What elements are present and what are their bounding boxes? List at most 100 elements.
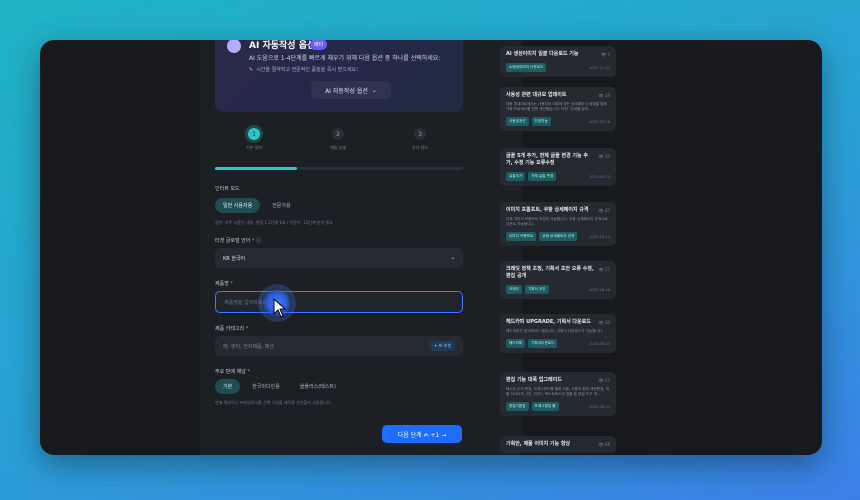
product-name-label: 제품명 * bbox=[215, 280, 233, 287]
step-label: 제품 상세 bbox=[330, 145, 346, 150]
tag: 기획서 초안 bbox=[524, 285, 549, 294]
language-value: KR 한국어 bbox=[223, 255, 246, 262]
channel-toggle: 기본 한국이다인용 올플러스(테스트) bbox=[215, 379, 344, 394]
card-description: 헤드카피가 업그레이드 됐습니다. 기획서 다운로드가 가능합니다. bbox=[506, 329, 604, 333]
required-mark: * bbox=[245, 326, 249, 332]
channel-label-text: 주요 판매 채널 bbox=[215, 369, 246, 375]
tag: 인공지능 bbox=[531, 117, 551, 126]
tag: 크레딧 bbox=[506, 285, 522, 294]
mode-option-expert[interactable]: 전문가용 bbox=[264, 198, 298, 213]
card-tags: AI생성이미지 다운로드 2025-11-03 bbox=[506, 63, 610, 72]
language-label: 타겟 글로벌 언어 * ⓘ bbox=[215, 237, 261, 244]
channel-option-basic[interactable]: 기본 bbox=[215, 379, 241, 394]
category-label-text: 제품 카테고리 bbox=[215, 326, 245, 332]
card-tags: 크레딧 기획서 초안 2025-08-16 bbox=[506, 285, 610, 294]
view-count: 👁 47 bbox=[598, 208, 610, 213]
hero-hint-text: 시간을 절약하고 전문적인 품질을 즉시 받으세요! bbox=[256, 67, 359, 73]
card-description: 텍스트 순서 변경, 드래그앤드롭 블록 이동, 사용자 원하 색상변경, 개별… bbox=[506, 387, 609, 396]
view-count-number: 27 bbox=[604, 267, 610, 272]
step-1[interactable]: 1 기본 정보 bbox=[229, 128, 279, 151]
language-select[interactable]: KR 한국어 ⌄ bbox=[215, 248, 463, 268]
channel-option-korean[interactable]: 한국이다인용 bbox=[244, 379, 288, 394]
update-list: AI 생성이미지 일괄 다운로드 기능 👁 7 AI생성이미지 다운로드 202… bbox=[500, 40, 618, 455]
category-placeholder: 예: 뷰티, 전자제품, 패션 bbox=[223, 343, 275, 350]
mode-toggle: 일반 사용자용 전문가용 bbox=[215, 198, 299, 213]
step-indicator: 1 기본 정보 2 제품 상세 3 추가 정보 bbox=[215, 128, 463, 158]
view-count: 👁 32 bbox=[598, 320, 610, 325]
tag: 기획서다운로드 bbox=[528, 339, 558, 348]
card-date: 2025-11-03 bbox=[589, 65, 610, 70]
card-date: 2025-08-03 bbox=[589, 341, 610, 346]
step-number: 2 bbox=[332, 128, 344, 140]
card-title: 이미지 프롬프트, 쿠팡 상세페이지 규격 bbox=[506, 207, 589, 213]
next-step-button[interactable]: 다음 단계 ✍ +1 → bbox=[382, 425, 462, 443]
update-card[interactable]: 사용성 관련 대규모 업데이트 👁 34 대한 업데이트에서는 사용자의 리뷰에… bbox=[500, 87, 616, 131]
card-title: 헤드카피 UPGRADE, 기획서 다운로드 bbox=[506, 319, 591, 325]
card-title: 글꼴 5개 추가, 전체 글꼴 변경 기능 추가, 수정 기능 오류수정 bbox=[506, 153, 588, 166]
tag: 프레그편집 툴 bbox=[531, 402, 559, 411]
card-title: 크레딧 정책 조정, 기획서 초안 오류 수정, 편집 공개 bbox=[506, 266, 594, 279]
view-count: 👁 7 bbox=[601, 52, 610, 57]
channel-hint: 판매 채널이나 프레임워크를 선택 구성할 제작을 추천할지 사용합니다. bbox=[215, 400, 332, 405]
view-count-number: 47 bbox=[604, 208, 610, 213]
view-count-number: 32 bbox=[604, 320, 610, 325]
hero-hint: ✎ 시간을 절약하고 전문적인 품질을 즉시 받으세요! bbox=[249, 66, 358, 73]
view-count-number: 27 bbox=[604, 378, 610, 383]
step-label: 기본 정보 bbox=[246, 145, 262, 150]
card-tags: 이미지 프롬프트 쿠팡 상세페이지 규격 2025-09-10 bbox=[506, 232, 610, 241]
update-card[interactable]: 편집 기능 대폭 업그레이드 👁 27 텍스트 순서 변경, 드래그앤드롭 블록… bbox=[500, 372, 616, 416]
view-count: 👁 66 bbox=[598, 442, 610, 447]
beta-badge: 베타 bbox=[310, 40, 328, 50]
mode-label: 인터뷰 모드 bbox=[215, 186, 240, 192]
view-count: 👁 27 bbox=[598, 378, 610, 383]
category-label: 제품 카테고리 * bbox=[215, 325, 248, 332]
category-input[interactable]: 예: 뷰티, 전자제품, 패션 ✦ AI 추천 bbox=[215, 336, 463, 356]
update-card[interactable]: AI 생성이미지 일괄 다운로드 기능 👁 7 AI생성이미지 다운로드 202… bbox=[500, 46, 616, 77]
ai-recommend-button[interactable]: ✦ AI 추천 bbox=[429, 341, 455, 351]
app-window: AI 자동작성 옵션 베타 AI 도움으로 1-4단계를 빠르게 채우기 위해 … bbox=[40, 40, 822, 455]
update-card[interactable]: 헤드카피 UPGRADE, 기획서 다운로드 👁 32 헤드카피가 업그레이드 … bbox=[500, 314, 616, 353]
language-label-text: 타겟 글로벌 언어 bbox=[215, 238, 251, 244]
update-card[interactable]: 글꼴 5개 추가, 전체 글꼴 변경 기능 추가, 수정 기능 오류수정 👁 3… bbox=[500, 148, 616, 186]
required-mark: * bbox=[251, 238, 255, 244]
card-date: 2025-09-28 bbox=[589, 119, 610, 124]
mouse-pointer-icon bbox=[273, 298, 287, 318]
update-card[interactable]: 크레딧 정책 조정, 기획서 초안 오류 수정, 편집 공개 👁 27 크레딧 … bbox=[500, 261, 616, 299]
tag: 쿠팡 상세페이지 규격 bbox=[539, 232, 578, 241]
card-title: AI 생성이미지 일괄 다운로드 기능 bbox=[506, 51, 579, 57]
progress-bar bbox=[215, 167, 463, 170]
channel-option-test[interactable]: 올플러스(테스트) bbox=[292, 379, 344, 394]
tag: AI생성이미지 다운로드 bbox=[506, 63, 547, 72]
step-2[interactable]: 2 제품 상세 bbox=[313, 128, 363, 151]
step-number: 3 bbox=[414, 128, 426, 140]
update-card[interactable]: 이미지 프롬프트, 쿠팡 상세페이지 규격 👁 47 이제 이미지 프롬프트 작… bbox=[500, 202, 616, 246]
hero-description: AI 도움으로 1-4단계를 빠르게 채우기 위해 다음 옵션 중 하나를 선택… bbox=[249, 55, 441, 62]
card-title: 편집 기능 대폭 업그레이드 bbox=[506, 377, 562, 383]
card-description: 대한 업데이트에서는 사용자의 리뷰에 맞는 상세페이지 생성을 위해 기획 프… bbox=[506, 102, 607, 111]
mode-option-general[interactable]: 일반 사용자용 bbox=[215, 198, 261, 213]
step-number: 1 bbox=[248, 128, 260, 140]
card-date: 2025-09-10 bbox=[589, 234, 610, 239]
view-count-number: 34 bbox=[604, 93, 610, 98]
product-name-input[interactable]: 제품명을 입력하세요 bbox=[215, 291, 463, 313]
required-mark: * bbox=[230, 281, 233, 287]
tag: 전체 글꼴 변경 bbox=[528, 172, 557, 181]
hero-title: AI 자동작성 옵션 bbox=[249, 41, 316, 51]
chevron-down-icon: ⌄ bbox=[450, 255, 455, 261]
card-tags: 글꼴추가 전체 글꼴 변경 2025-09-15 bbox=[506, 172, 610, 181]
view-count: 👁 34 bbox=[598, 93, 610, 98]
ai-robot-icon bbox=[227, 40, 241, 53]
view-count-number: 7 bbox=[607, 52, 610, 57]
step-3[interactable]: 3 추가 정보 bbox=[395, 128, 445, 151]
card-date: 2025-08-01 bbox=[589, 404, 610, 409]
card-title: 사용성 관련 대규모 업데이트 bbox=[506, 92, 567, 98]
product-name-label-text: 제품명 bbox=[215, 281, 229, 287]
step-label: 추가 정보 bbox=[412, 145, 428, 150]
update-card[interactable]: 기획안, 제품 이미지 기능 향상 👁 66 bbox=[500, 436, 616, 453]
ai-options-dropdown[interactable]: AI 자동작성 옵션 ⌄ bbox=[311, 81, 391, 99]
view-count: 👁 35 bbox=[598, 154, 610, 159]
view-count-number: 66 bbox=[604, 442, 610, 447]
required-mark: * bbox=[247, 369, 250, 375]
card-title: 기획안, 제품 이미지 기능 향상 bbox=[506, 441, 571, 447]
info-icon[interactable]: ⓘ bbox=[256, 238, 261, 244]
